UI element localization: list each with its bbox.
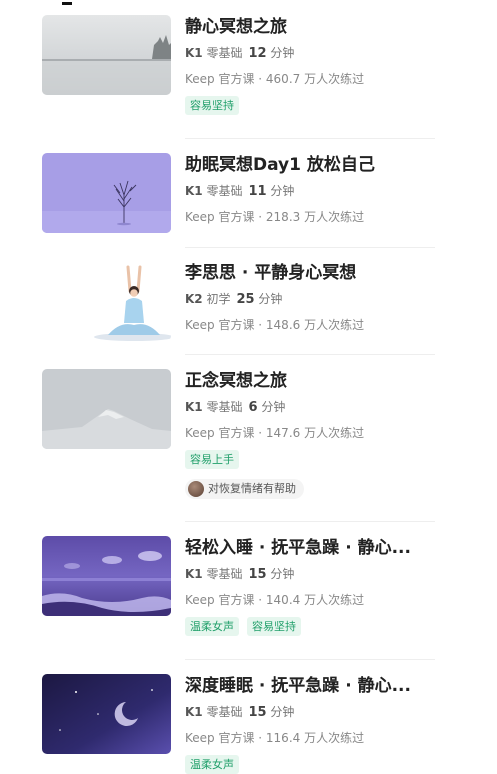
course-source: Keep 官方课 · 148.6 万人次练过	[185, 318, 365, 332]
level-badge: K2	[185, 292, 203, 306]
meditating-woman-image	[42, 261, 171, 341]
course-source: Keep 官方课 · 218.3 万人次练过	[185, 210, 365, 224]
level-desc: 零基础	[206, 705, 243, 719]
level-desc: 零基础	[206, 46, 243, 60]
course-tag: 温柔女声	[185, 617, 239, 636]
course-title: 李思思 · 平静身心冥想	[185, 263, 357, 283]
course-source: Keep 官方课 · 116.4 万人次练过	[185, 731, 365, 745]
divider	[185, 247, 435, 248]
course-title: 轻松入睡 · 抚平急躁 · 静心...	[185, 538, 411, 558]
duration-unit: 分钟	[270, 46, 295, 60]
level-badge: K1	[185, 400, 203, 414]
course-source: Keep 官方课 · 147.6 万人次练过	[185, 426, 365, 440]
course-meta: K1 零基础 6 分钟	[185, 399, 435, 416]
level-desc: 零基础	[206, 184, 243, 198]
purple-sea-image	[42, 536, 171, 616]
benefit-text: 对恢复情绪有帮助	[208, 482, 296, 495]
tag-list: 容易上手	[185, 450, 435, 469]
course-tag: 容易坚持	[247, 617, 301, 636]
course-title: 静心冥想之旅	[185, 17, 287, 37]
course-meta: K2 初学 25 分钟	[185, 291, 435, 308]
lake-fog-image	[42, 15, 171, 95]
course-tag: 温柔女声	[185, 755, 239, 774]
tag-list: 温柔女声	[185, 755, 435, 774]
course-source: Keep 官方课 · 140.4 万人次练过	[185, 593, 365, 607]
course-tag: 容易上手	[185, 450, 239, 469]
duration-value: 6	[248, 400, 258, 415]
level-badge: K1	[185, 46, 203, 60]
course-title: 深度睡眠 · 抚平急躁 · 静心...	[185, 676, 411, 696]
divider	[185, 521, 435, 522]
duration-value: 15	[248, 567, 267, 582]
divider	[185, 354, 435, 355]
level-desc: 初学	[206, 292, 231, 306]
night-moon-image	[42, 674, 171, 754]
level-desc: 零基础	[206, 567, 243, 581]
snow-mountain-image	[42, 369, 171, 449]
course-meta: K1 零基础 15 分钟	[185, 566, 435, 583]
benefit-chip: 对恢复情绪有帮助	[185, 479, 304, 499]
duration-value: 15	[248, 705, 267, 720]
course-tag: 容易坚持	[185, 96, 239, 115]
duration-unit: 分钟	[270, 567, 295, 581]
tag-list: 温柔女声 容易坚持	[185, 617, 435, 636]
course-title: 正念冥想之旅	[185, 371, 287, 391]
avatar	[188, 481, 204, 497]
course-meta: K1 零基础 15 分钟	[185, 704, 435, 721]
course-meta: K1 零基础 11 分钟	[185, 183, 435, 200]
course-source: Keep 官方课 · 460.7 万人次练过	[185, 72, 365, 86]
level-badge: K1	[185, 705, 203, 719]
duration-unit: 分钟	[270, 184, 295, 198]
tag-list: 容易坚持	[185, 96, 435, 115]
duration-unit: 分钟	[261, 400, 286, 414]
divider	[185, 138, 435, 139]
level-badge: K1	[185, 184, 203, 198]
status-indicator	[62, 2, 72, 5]
lone-tree-image	[42, 153, 171, 233]
duration-unit: 分钟	[258, 292, 283, 306]
level-desc: 零基础	[206, 400, 243, 414]
course-meta: K1 零基础 12 分钟	[185, 45, 435, 62]
divider	[185, 659, 435, 660]
course-title: 助眠冥想Day1 放松自己	[185, 155, 375, 175]
duration-unit: 分钟	[270, 705, 295, 719]
duration-value: 25	[236, 292, 255, 307]
level-badge: K1	[185, 567, 203, 581]
duration-value: 11	[248, 184, 267, 199]
duration-value: 12	[248, 46, 267, 61]
